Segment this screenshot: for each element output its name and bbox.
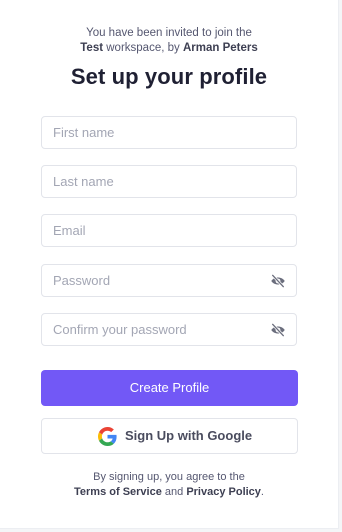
signup-card: You have been invited to join the Test w… xyxy=(0,0,339,529)
first-name-input[interactable] xyxy=(42,117,296,148)
terms-and: and xyxy=(161,486,187,498)
confirm-password-field[interactable] xyxy=(41,313,297,346)
inviter-name: Arman Peters xyxy=(182,42,258,54)
terms-period: . xyxy=(260,486,264,498)
page-title: Set up your profile xyxy=(70,64,268,89)
invite-line-2: Test workspace, by Arman Peters xyxy=(0,41,338,56)
eye-slash-icon[interactable] xyxy=(270,323,286,337)
last-name-field[interactable] xyxy=(41,165,297,198)
terms-of-service-link[interactable]: Terms of Service xyxy=(74,486,162,498)
invite-message: You have been invited to join the Test w… xyxy=(0,26,338,56)
email-input[interactable] xyxy=(42,215,296,246)
create-profile-button[interactable]: Create Profile xyxy=(41,370,298,406)
password-field[interactable] xyxy=(41,264,297,297)
terms-notice: By signing up, you agree to the Terms of… xyxy=(0,470,338,500)
terms-line-1: By signing up, you agree to the xyxy=(93,471,245,483)
google-signup-label: Sign Up with Google xyxy=(125,428,253,443)
invite-line-1: You have been invited to join the xyxy=(86,27,252,39)
password-input[interactable] xyxy=(42,265,296,296)
eye-slash-icon[interactable] xyxy=(270,274,286,288)
terms-line-2: Terms of Service and Privacy Policy. xyxy=(0,485,338,500)
invite-workspace-suffix: workspace, by xyxy=(103,42,183,54)
last-name-input[interactable] xyxy=(42,166,296,197)
google-logo-icon xyxy=(98,427,117,446)
google-signup-button[interactable]: Sign Up with Google xyxy=(41,418,298,454)
privacy-policy-link[interactable]: Privacy Policy xyxy=(186,486,261,498)
confirm-password-input[interactable] xyxy=(42,314,296,345)
workspace-name: Test xyxy=(80,42,104,54)
email-field[interactable] xyxy=(41,214,297,247)
first-name-field[interactable] xyxy=(41,116,297,149)
